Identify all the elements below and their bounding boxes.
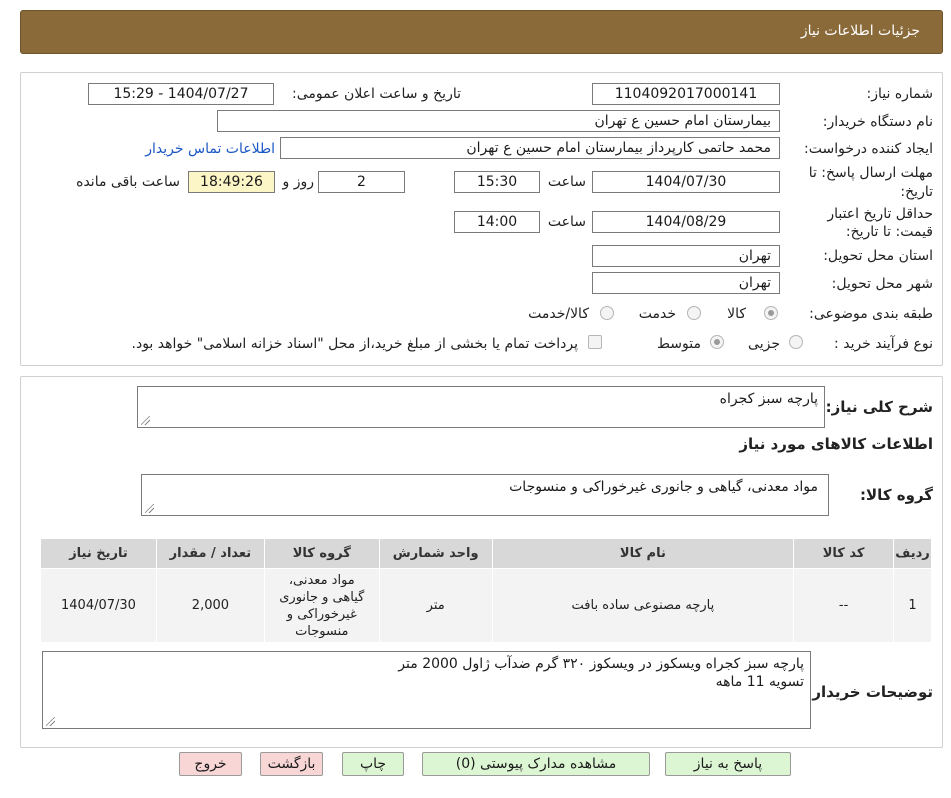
- announce-date-label: تاریخ و ساعت اعلان عمومی:: [292, 86, 461, 102]
- goods-info-title: اطلاعات کالاهای مورد نیاز: [739, 435, 933, 453]
- cell-code: --: [793, 568, 895, 643]
- page-title: جزئیات اطلاعات نیاز: [800, 23, 920, 39]
- category-radio-goods[interactable]: [764, 306, 778, 320]
- reply-to-need-button[interactable]: پاسخ به نیاز: [665, 752, 791, 776]
- category-option-goods-service: کالا/خدمت: [528, 306, 589, 322]
- process-type-label: نوع فرآیند خرید :: [834, 336, 933, 352]
- buyer-contact-link[interactable]: اطلاعات تماس خریدار: [145, 141, 275, 157]
- buyer-notes-textarea[interactable]: پارچه سبز کجراه ویسکوز در ویسکوز ۳۲۰ گرم…: [42, 651, 811, 729]
- requester-label: ایجاد کننده درخواست:: [804, 141, 933, 157]
- announce-date-field: 1404/07/27 - 15:29: [88, 83, 274, 105]
- column-header-row-number[interactable]: ردیف: [893, 538, 932, 569]
- deadline-date-field: 1404/07/30: [592, 171, 780, 193]
- resize-grip-icon[interactable]: [46, 717, 55, 726]
- summary-textarea[interactable]: پارچه سبز کجراه: [137, 386, 825, 428]
- column-header-name[interactable]: نام کالا: [491, 538, 795, 569]
- back-button[interactable]: بازگشت: [260, 752, 323, 776]
- process-radio-medium[interactable]: [710, 335, 724, 349]
- process-option-medium: متوسط: [657, 336, 701, 352]
- goods-group-text: مواد معدنی، گیاهی و جانوری غیرخوراکی و م…: [509, 479, 818, 495]
- page-header: جزئیات اطلاعات نیاز: [20, 10, 943, 54]
- cell-date: 1404/07/30: [40, 568, 157, 643]
- deadline-time-field: 15:30: [454, 171, 540, 193]
- resize-grip-icon[interactable]: [145, 504, 154, 513]
- buyer-notes-label: توضیحات خریدار:: [806, 683, 933, 701]
- category-radio-goods-service[interactable]: [600, 306, 614, 320]
- validity-time-field: 14:00: [454, 211, 540, 233]
- deadline-time-label: ساعت: [547, 174, 586, 190]
- table-header-row: ردیف کد کالا نام کالا واحد شمارش گروه کا…: [40, 538, 932, 569]
- category-option-service: خدمت: [638, 306, 676, 322]
- cell-row-number: 1: [893, 568, 932, 643]
- category-option-goods: کالا: [727, 306, 746, 322]
- validity-label-line2: قیمت: تا تاریخ:: [845, 224, 933, 240]
- process-option-minor: جزیی: [748, 336, 780, 352]
- resize-grip-icon[interactable]: [141, 416, 150, 425]
- province-field: تهران: [592, 245, 780, 267]
- goods-group-label: گروه کالا:: [860, 486, 933, 504]
- need-number-field: 1104092017000141: [592, 83, 780, 105]
- category-radio-service[interactable]: [687, 306, 701, 320]
- cell-group-line: غیرخوراکی و: [286, 606, 357, 622]
- process-radio-minor[interactable]: [789, 335, 803, 349]
- summary-text: پارچه سبز کجراه: [719, 391, 818, 407]
- treasury-payment-note: پرداخت تمام یا بخشی از مبلغ خرید،از محل …: [131, 336, 578, 352]
- treasury-payment-checkbox[interactable]: [588, 335, 602, 349]
- column-header-date[interactable]: تاریخ نیاز: [40, 538, 157, 569]
- column-header-quantity[interactable]: تعداد / مقدار: [155, 538, 265, 569]
- days-remaining-field: 2: [318, 171, 405, 193]
- validity-time-label: ساعت: [547, 214, 586, 230]
- column-header-unit[interactable]: واحد شمارش: [378, 538, 493, 569]
- need-number-label: شماره نیاز:: [866, 86, 934, 102]
- cell-group-line: مواد معدنی،: [288, 572, 355, 588]
- validity-date-field: 1404/08/29: [592, 211, 780, 233]
- city-label: شهر محل تحویل:: [831, 276, 933, 292]
- validity-label-line1: حداقل تاریخ اعتبار: [827, 206, 933, 222]
- requester-field: محمد حاتمی کارپرداز بیمارستان امام حسین …: [280, 137, 780, 159]
- column-header-code[interactable]: کد کالا: [793, 538, 895, 569]
- goods-table: ردیف کد کالا نام کالا واحد شمارش گروه کا…: [40, 538, 932, 643]
- countdown-timer: 18:49:26: [188, 171, 275, 193]
- goods-table-wrapper: ردیف کد کالا نام کالا واحد شمارش گروه کا…: [40, 538, 932, 643]
- cell-quantity: 2,000: [155, 568, 265, 643]
- cell-group-line: گیاهی و جانوری: [279, 589, 365, 605]
- deadline-label-line2: تاریخ:: [900, 184, 933, 200]
- print-button[interactable]: چاپ: [342, 752, 404, 776]
- cell-unit: متر: [378, 568, 493, 643]
- exit-button[interactable]: خروج: [179, 752, 242, 776]
- category-label: طبقه بندی موضوعی:: [809, 306, 933, 322]
- buyer-notes-line: پارچه سبز کجراه ویسکوز در ویسکوز ۳۲۰ گرم…: [398, 656, 804, 672]
- summary-label: شرح کلی نیاز:: [825, 398, 933, 416]
- province-label: استان محل تحویل:: [823, 248, 933, 264]
- view-attachments-button[interactable]: مشاهده مدارک پیوستی (0): [422, 752, 650, 776]
- deadline-label-line1: مهلت ارسال پاسخ: تا: [808, 165, 933, 181]
- cell-group: مواد معدنی، گیاهی و جانوری غیرخوراکی و م…: [263, 568, 380, 643]
- table-row[interactable]: 1 -- پارچه مصنوعی ساده بافت متر مواد معد…: [40, 568, 932, 643]
- goods-group-textarea[interactable]: مواد معدنی، گیاهی و جانوری غیرخوراکی و م…: [141, 474, 829, 516]
- city-field: تهران: [592, 272, 780, 294]
- buyer-org-field: بیمارستان امام حسین ع تهران: [217, 110, 780, 132]
- cell-group-line: منسوجات: [295, 623, 349, 639]
- remaining-hours-label: ساعت باقی مانده: [76, 174, 180, 190]
- buyer-notes-line: تسویه 11 ماهه: [715, 674, 804, 690]
- days-label: روز و: [282, 174, 315, 190]
- column-header-group[interactable]: گروه کالا: [263, 538, 380, 569]
- buyer-org-label: نام دستگاه خریدار:: [822, 114, 933, 130]
- cell-name: پارچه مصنوعی ساده بافت: [491, 568, 795, 643]
